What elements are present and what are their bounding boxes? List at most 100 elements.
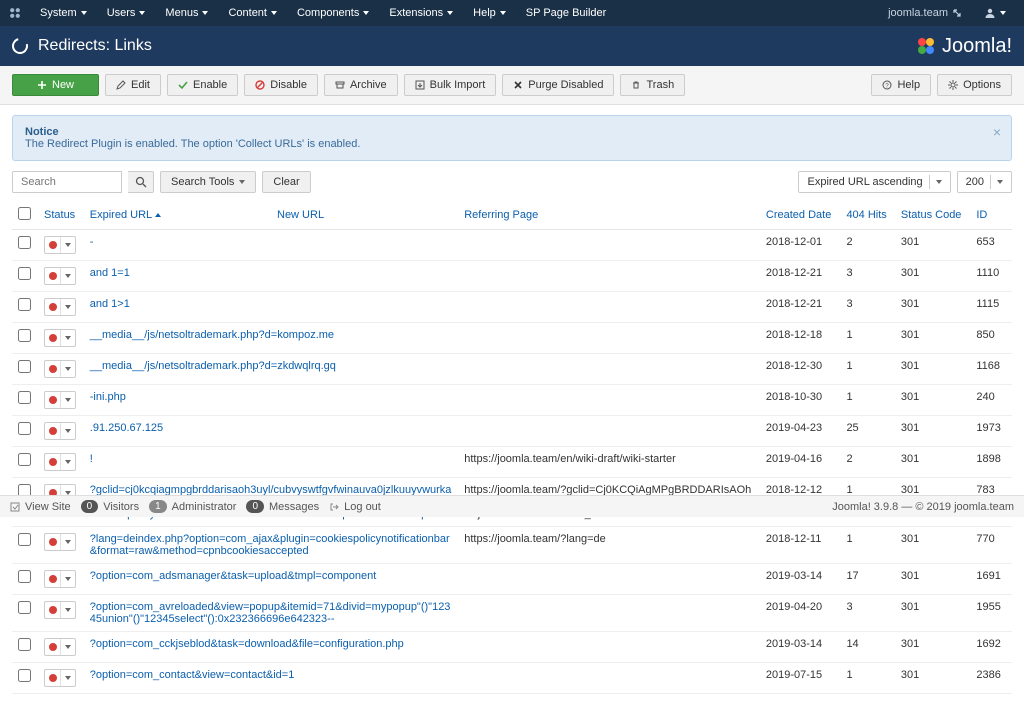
- search-icon: [135, 176, 147, 188]
- created-date: 2018-12-11: [760, 527, 841, 564]
- status-toggle[interactable]: [44, 422, 76, 440]
- status-dropdown[interactable]: [61, 571, 75, 587]
- expired-url-link[interactable]: ?lang=deindex.php?option=com_ajax&plugin…: [90, 533, 452, 557]
- admins-indicator[interactable]: 1 Administrator: [149, 500, 236, 513]
- status-toggle[interactable]: [44, 267, 76, 285]
- row-checkbox[interactable]: [18, 453, 31, 466]
- row-checkbox[interactable]: [18, 533, 31, 546]
- expired-url-link[interactable]: and 1>1: [90, 298, 452, 310]
- search-input[interactable]: [12, 171, 122, 193]
- status-dropdown[interactable]: [61, 639, 75, 655]
- expired-url-link[interactable]: ?option=com_adsmanager&task=upload&tmpl=…: [90, 570, 452, 582]
- row-checkbox[interactable]: [18, 360, 31, 373]
- col-id[interactable]: ID: [976, 209, 987, 221]
- status-toggle[interactable]: [44, 329, 76, 347]
- status-dropdown[interactable]: [61, 361, 75, 377]
- status-dropdown[interactable]: [61, 392, 75, 408]
- status-toggle[interactable]: [44, 360, 76, 378]
- expired-url-link[interactable]: __media__/js/netsoltrademark.php?d=zkdwq…: [90, 360, 452, 372]
- topnav-menus[interactable]: Menus: [155, 3, 218, 23]
- status-toggle[interactable]: [44, 236, 76, 254]
- row-id: 1973: [970, 416, 1012, 447]
- status-dropdown[interactable]: [61, 423, 75, 439]
- edit-button[interactable]: Edit: [105, 74, 161, 96]
- status-toggle[interactable]: [44, 453, 76, 471]
- col-new-url[interactable]: New URL: [277, 209, 324, 221]
- topnav-extensions[interactable]: Extensions: [379, 3, 463, 23]
- status-dropdown[interactable]: [61, 299, 75, 315]
- col-status[interactable]: Status: [44, 209, 75, 221]
- status-dropdown[interactable]: [61, 454, 75, 470]
- visitors-indicator[interactable]: 0 Visitors: [81, 500, 139, 513]
- table-row: and 1>12018-12-2133011115: [12, 292, 1012, 323]
- row-checkbox[interactable]: [18, 391, 31, 404]
- search-button[interactable]: [128, 171, 154, 193]
- col-referring-page[interactable]: Referring Page: [464, 209, 538, 221]
- topnav-components[interactable]: Components: [287, 3, 379, 23]
- notice-close-button[interactable]: ×: [993, 124, 1001, 140]
- topnav-help[interactable]: Help: [463, 3, 516, 23]
- status-dropdown[interactable]: [61, 237, 75, 253]
- status-dropdown[interactable]: [61, 268, 75, 284]
- row-checkbox[interactable]: [18, 601, 31, 614]
- row-checkbox[interactable]: [18, 267, 31, 280]
- status-dropdown[interactable]: [61, 670, 75, 686]
- search-tools-button[interactable]: Search Tools: [160, 171, 256, 193]
- topnav-system[interactable]: System: [30, 3, 97, 23]
- expired-url-link[interactable]: ?option=com_contact&view=contact&id=1: [90, 669, 452, 681]
- row-checkbox[interactable]: [18, 422, 31, 435]
- select-all-checkbox[interactable]: [18, 207, 31, 220]
- archive-button[interactable]: Archive: [324, 74, 398, 96]
- disabled-icon: [45, 571, 61, 587]
- expired-url-link[interactable]: !: [90, 453, 452, 465]
- row-checkbox[interactable]: [18, 638, 31, 651]
- expired-url-link[interactable]: -: [90, 236, 452, 248]
- expired-url-link[interactable]: and 1=1: [90, 267, 452, 279]
- disabled-icon: [45, 237, 61, 253]
- topnav-sp-page-builder[interactable]: SP Page Builder: [516, 3, 617, 23]
- col-status-code[interactable]: Status Code: [901, 209, 962, 221]
- logout-link[interactable]: Log out: [329, 501, 381, 513]
- expired-url-link[interactable]: ?option=com_cckjseblod&task=download&fil…: [90, 638, 452, 650]
- enable-button[interactable]: Enable: [167, 74, 238, 96]
- status-dropdown[interactable]: [61, 330, 75, 346]
- row-checkbox[interactable]: [18, 329, 31, 342]
- view-site-link[interactable]: View Site: [10, 501, 71, 513]
- messages-indicator[interactable]: 0 Messages: [246, 500, 319, 513]
- expired-url-link[interactable]: ?option=com_avreloaded&view=popup&itemid…: [90, 601, 452, 625]
- status-code: 301: [895, 595, 970, 632]
- status-toggle[interactable]: [44, 533, 76, 551]
- batch-import-button[interactable]: Bulk Import: [404, 74, 497, 96]
- status-toggle[interactable]: [44, 669, 76, 687]
- new-button[interactable]: New: [12, 74, 99, 96]
- expired-url-link[interactable]: .91.250.67.125: [90, 422, 452, 434]
- limit-select[interactable]: 200: [957, 171, 1012, 193]
- topnav-content[interactable]: Content: [218, 3, 287, 23]
- purge-disabled-button[interactable]: Purge Disabled: [502, 74, 614, 96]
- status-dropdown[interactable]: [61, 534, 75, 550]
- status-toggle[interactable]: [44, 298, 76, 316]
- status-toggle[interactable]: [44, 570, 76, 588]
- row-checkbox[interactable]: [18, 570, 31, 583]
- sort-select[interactable]: Expired URL ascending: [798, 171, 950, 193]
- status-toggle[interactable]: [44, 638, 76, 656]
- trash-button[interactable]: Trash: [620, 74, 685, 96]
- col-404-hits[interactable]: 404 Hits: [846, 209, 886, 221]
- col-created-date[interactable]: Created Date: [766, 209, 831, 221]
- status-toggle[interactable]: [44, 391, 76, 409]
- options-button[interactable]: Options: [937, 74, 1012, 96]
- expired-url-link[interactable]: __media__/js/netsoltrademark.php?d=kompo…: [90, 329, 452, 341]
- user-menu[interactable]: [974, 3, 1016, 23]
- expired-url-link[interactable]: -ini.php: [90, 391, 452, 403]
- topnav-users[interactable]: Users: [97, 3, 156, 23]
- row-checkbox[interactable]: [18, 669, 31, 682]
- row-checkbox[interactable]: [18, 236, 31, 249]
- disable-button[interactable]: Disable: [244, 74, 318, 96]
- clear-button[interactable]: Clear: [262, 171, 310, 193]
- row-checkbox[interactable]: [18, 298, 31, 311]
- site-name-link[interactable]: joomla.team: [878, 3, 972, 23]
- status-toggle[interactable]: [44, 601, 76, 619]
- status-dropdown[interactable]: [61, 602, 75, 618]
- help-button[interactable]: ? Help: [871, 74, 931, 96]
- col-expired-url[interactable]: Expired URL: [90, 209, 161, 221]
